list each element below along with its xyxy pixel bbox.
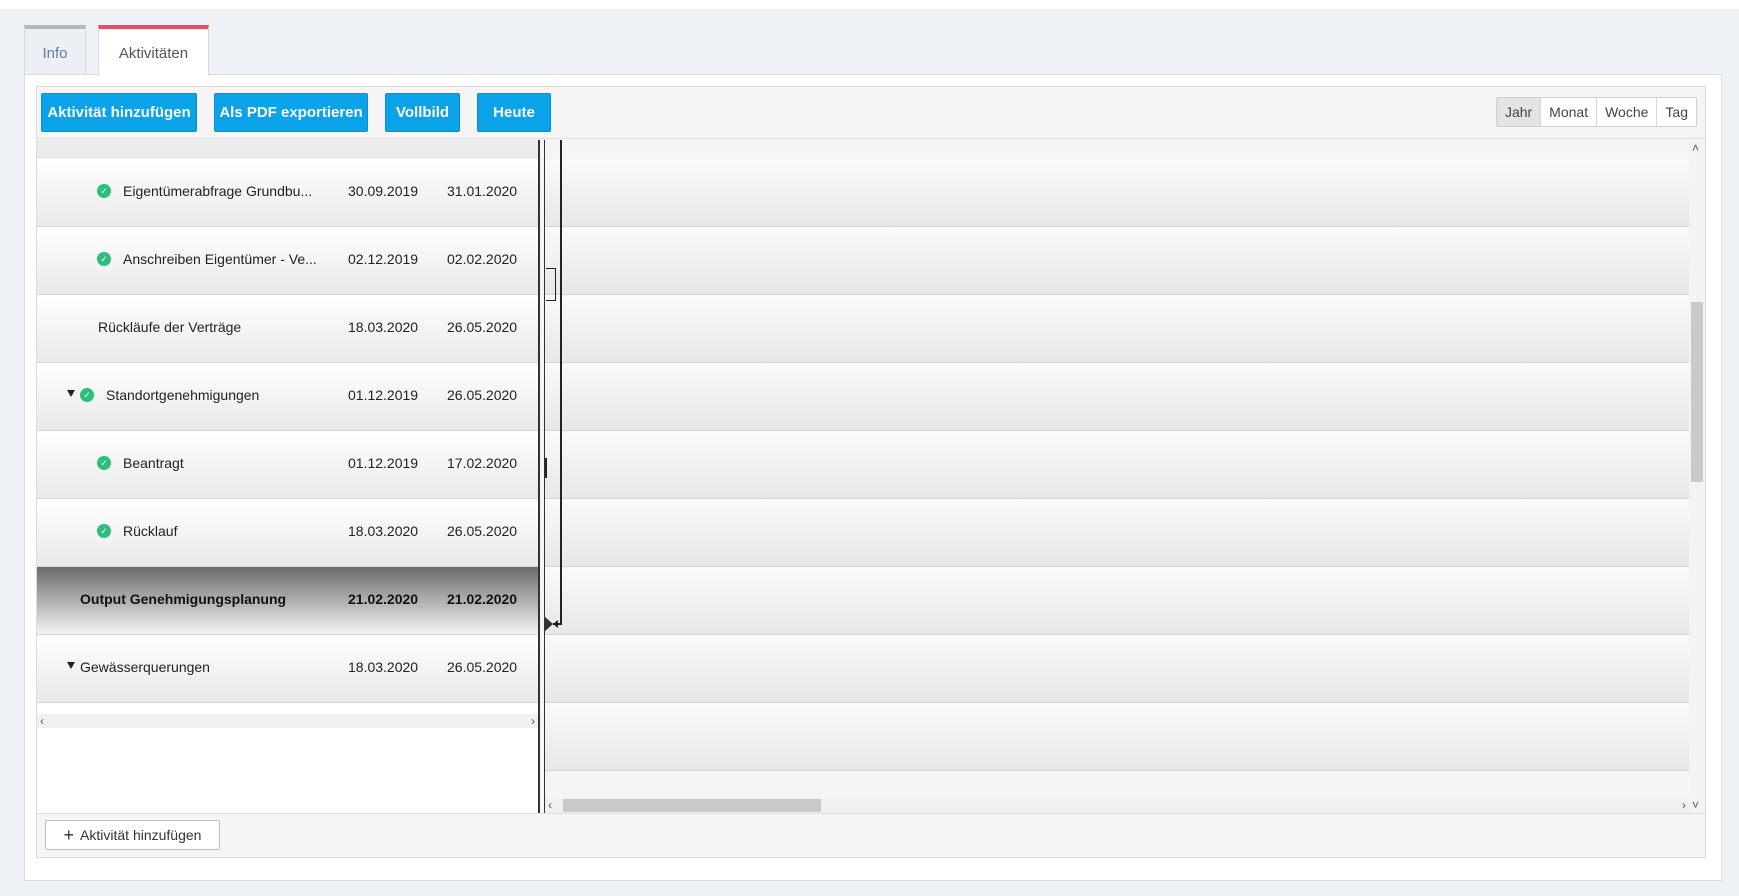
caret-down-icon[interactable] [67,390,75,397]
task-bar-marker [545,458,547,478]
grid-resize-handle[interactable] [538,140,540,813]
activity-name: Gewässerquerungen [80,659,210,675]
table-row[interactable]: ✓ Eigentümerabfrage Grundbu... 30.09.201… [37,159,538,227]
scale-week-button[interactable]: Woche [1596,98,1656,126]
milestone-marker[interactable] [544,616,553,632]
task-bar-outline [546,268,556,301]
scale-month-button[interactable]: Monat [1540,98,1596,126]
grid-horizontal-scrollbar[interactable]: ‹ › [37,714,538,728]
timeline-row [545,499,1689,567]
activity-name: Eigentümerabfrage Grundbu... [123,183,313,199]
activity-end-date: 31.01.2020 [447,183,518,199]
activity-end-date: 21.02.2020 [447,591,518,607]
activity-start-date: 01.12.2019 [348,387,419,403]
timeline-area [544,140,1689,813]
timeline-row [545,567,1689,635]
activity-name: Standortgenehmigungen [106,387,260,403]
add-activity-footer-button[interactable]: + Aktivität hinzufügen [45,820,220,850]
gantt-toolbar: Aktivität hinzufügen Als PDF exportieren… [37,87,1705,139]
gantt-footer: + Aktivität hinzufügen [37,813,1705,857]
timeline-row [545,703,1689,771]
chevron-left-icon[interactable]: ‹ [548,799,552,811]
scale-year-button[interactable]: Jahr [1496,98,1541,126]
add-activity-label: Aktivität hinzufügen [80,827,202,843]
activity-name: Rücklauf [123,523,178,539]
timeline-row [545,159,1689,227]
activity-start-date: 02.12.2019 [348,251,419,267]
today-button[interactable]: Heute [477,93,551,132]
horizontal-scrollbar[interactable]: ‹ › [545,798,1689,813]
caret-down-icon[interactable] [67,662,75,669]
activity-end-date: 26.05.2020 [447,523,518,539]
vertical-scrollbar[interactable]: ˄ ˅ [1689,140,1705,813]
activity-grid: ✓ Eigentümerabfrage Grundbu... 30.09.201… [37,140,538,813]
timeline-row [545,363,1689,431]
grid-header [37,140,538,158]
tab-aktivitaeten[interactable]: Aktivitäten [98,25,209,76]
top-bar [0,0,1739,9]
activity-start-date: 21.02.2020 [348,591,419,607]
chevron-left-icon[interactable]: ‹ [40,715,44,727]
scale-day-button[interactable]: Tag [1656,98,1696,126]
timeline-row [545,431,1689,499]
fullscreen-button[interactable]: Vollbild [385,93,460,132]
vertical-scroll-thumb[interactable] [1691,302,1703,482]
export-pdf-button[interactable]: Als PDF exportieren [214,93,368,132]
check-circle-icon: ✓ [80,388,94,402]
chevron-up-icon[interactable]: ˄ [1692,142,1699,154]
chevron-right-icon[interactable]: › [531,715,535,727]
timeline-row [545,227,1689,295]
check-circle-icon: ✓ [97,524,111,538]
activity-name: Anschreiben Eigentümer - Ve... [123,251,317,267]
table-row[interactable]: ✓ Rücklauf 18.03.2020 26.05.2020 [37,499,538,567]
activity-name: Beantragt [123,455,184,471]
activity-start-date: 01.12.2019 [348,455,419,471]
activity-name: Output Genehmigungsplanung [80,591,287,607]
table-row[interactable]: ✓ Beantragt 01.12.2019 17.02.2020 [37,431,538,499]
horizontal-scroll-thumb[interactable] [563,799,821,812]
activity-end-date: 02.02.2020 [447,251,518,267]
activity-start-date: 18.03.2020 [348,319,419,335]
timeline-row [545,295,1689,363]
activity-end-date: 17.02.2020 [447,455,518,471]
plus-icon: + [63,825,75,845]
time-scale-selector: Jahr Monat Woche Tag [1495,97,1697,127]
table-row[interactable]: Rückläufe der Verträge 18.03.2020 26.05.… [37,295,538,363]
table-row[interactable]: ✓ Standortgenehmigungen 01.12.2019 26.05… [37,363,538,431]
activity-end-date: 26.05.2020 [447,319,518,335]
timeline-row [545,635,1689,703]
dependency-line [560,140,562,624]
chevron-down-icon[interactable]: ˅ [1692,799,1699,811]
check-circle-icon: ✓ [97,252,111,266]
arrow-head-icon [553,620,558,628]
check-circle-icon: ✓ [97,456,111,470]
chevron-right-icon[interactable]: › [1682,799,1686,811]
table-row[interactable]: ✓ Anschreiben Eigentümer - Ve... 02.12.2… [37,227,538,295]
add-activity-button[interactable]: Aktivität hinzufügen [41,93,197,132]
activity-start-date: 30.09.2019 [348,183,419,199]
table-row-selected[interactable]: Output Genehmigungsplanung 21.02.2020 21… [37,567,538,635]
activity-name: Rückläufe der Verträge [98,319,242,335]
check-circle-icon: ✓ [97,184,111,198]
activity-start-date: 18.03.2020 [348,523,419,539]
gantt-chart: Aktivität hinzufügen Als PDF exportieren… [36,86,1706,858]
activity-end-date: 26.05.2020 [447,387,518,403]
table-row[interactable]: Gewässerquerungen 18.03.2020 26.05.2020 [37,635,538,703]
activity-end-date: 26.05.2020 [447,659,518,675]
activity-start-date: 18.03.2020 [348,659,419,675]
tab-info[interactable]: Info [24,25,86,75]
